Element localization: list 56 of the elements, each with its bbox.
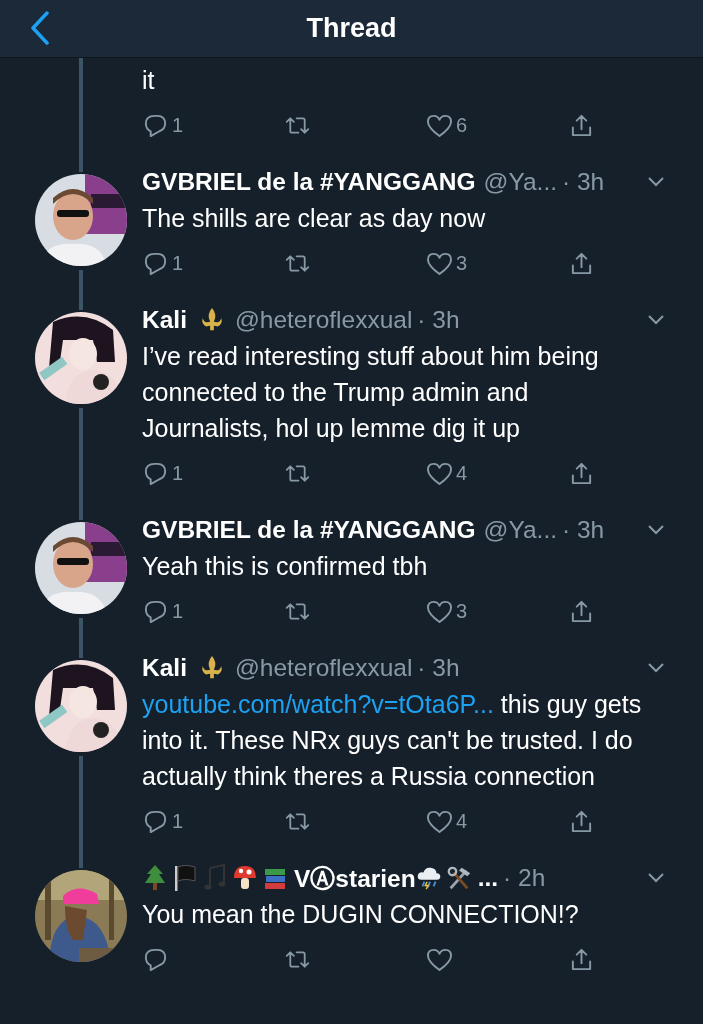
like-count: 3 <box>456 251 468 275</box>
display-name[interactable]: Kali <box>142 306 187 334</box>
reply-count: 1 <box>172 599 184 623</box>
reply-count: 1 <box>172 113 184 137</box>
header-title: Thread <box>306 13 397 44</box>
chevron-down-icon[interactable] <box>647 314 665 326</box>
name-ellipsis: ... <box>477 864 499 892</box>
user-handle[interactable]: @Ya... <box>483 516 557 544</box>
chevron-down-icon[interactable] <box>647 524 665 536</box>
timestamp: · 3h <box>417 306 460 334</box>
reply-count: 1 <box>172 251 184 275</box>
hammer-and-wrench-icon <box>445 864 472 892</box>
heart-icon[interactable] <box>426 946 453 972</box>
heart-icon[interactable] <box>426 460 453 486</box>
timestamp: · 3h <box>562 516 605 544</box>
reply-icon[interactable] <box>142 460 169 486</box>
display-name[interactable]: GVBRIEL de la #YANGGANG <box>142 168 476 196</box>
reply-icon[interactable] <box>142 250 169 276</box>
display-name[interactable]: VⒶstarien <box>294 861 416 895</box>
timestamp: · 3h <box>417 654 460 682</box>
link[interactable]: youtube.com/watch?v=tOta6P... <box>142 690 494 718</box>
heart-icon[interactable] <box>426 598 453 624</box>
user-handle[interactable]: @heteroflexxual <box>234 654 413 682</box>
heart-icon[interactable] <box>426 112 453 138</box>
reply-icon[interactable] <box>142 946 169 972</box>
like-count: 4 <box>456 461 468 485</box>
like-count: 6 <box>456 113 468 137</box>
chevron-down-icon[interactable] <box>647 176 665 188</box>
like-count: 4 <box>456 809 468 833</box>
tweet-text: The shills are clear as day now <box>142 203 487 234</box>
tree-icon <box>142 864 168 892</box>
timestamp: · 2h <box>503 864 546 892</box>
reply-icon[interactable] <box>142 808 169 834</box>
music-notes-icon <box>202 864 228 892</box>
heart-icon[interactable] <box>426 808 453 834</box>
chevron-down-icon[interactable] <box>647 872 665 884</box>
back-icon[interactable] <box>30 11 50 45</box>
tweet-text: Yeah this is confirmed tbh <box>142 551 429 582</box>
flag-icon <box>172 864 198 892</box>
reply-count: 1 <box>172 461 184 485</box>
reply-icon[interactable] <box>142 112 169 138</box>
reply-count: 1 <box>172 809 184 833</box>
tweet-text: I’ve read interesting stuff about him being connected to the Trump admin and Journalists, hol up lemme dig it up <box>142 341 600 444</box>
tweet-text: You mean the DUGIN CONNECTION!? <box>142 899 580 930</box>
heart-icon[interactable] <box>426 250 453 276</box>
user-handle[interactable]: @Ya... <box>483 168 557 196</box>
display-name[interactable]: GVBRIEL de la #YANGGANG <box>142 516 476 544</box>
mushroom-icon <box>232 864 258 892</box>
chevron-down-icon[interactable] <box>647 662 665 674</box>
tweet-text: youtube.com/watch?v=tOta6P... this guy gets into it. These NRx guys can't be trusted. I do actually think theres a Russia connection <box>142 689 643 792</box>
display-name[interactable]: Kali <box>142 654 187 682</box>
user-handle[interactable]: @heteroflexxual <box>234 306 413 334</box>
like-count: 3 <box>456 599 468 623</box>
timestamp: · 3h <box>562 168 605 196</box>
tweet-text: it <box>142 65 156 96</box>
reply-icon[interactable] <box>142 598 169 624</box>
